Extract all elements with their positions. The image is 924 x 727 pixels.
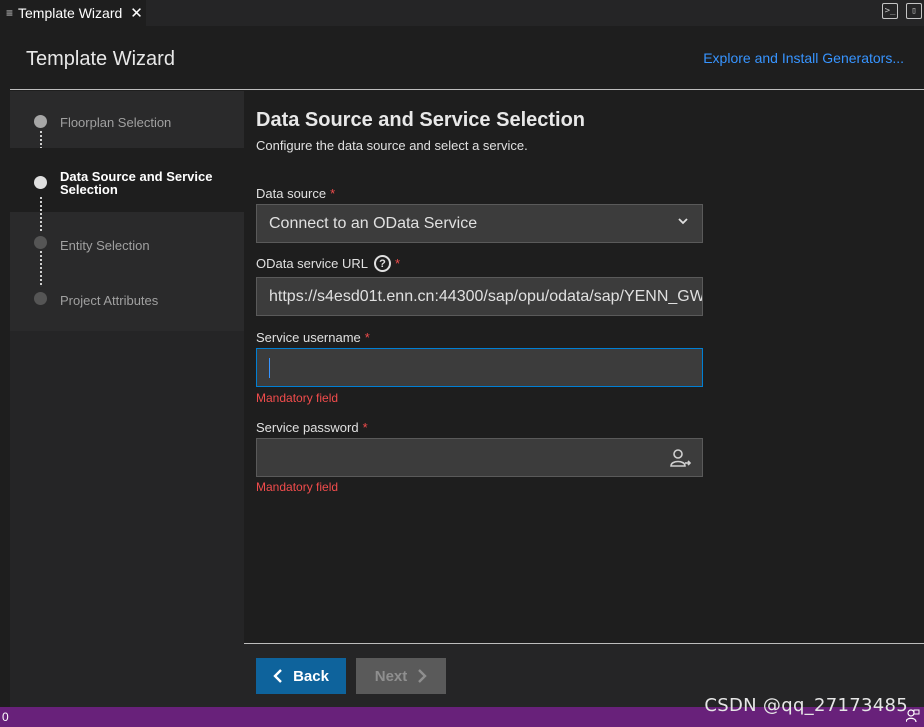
- tab-bar: ≡ Template Wizard ✕ >_ ▯: [0, 0, 924, 26]
- service-username-input[interactable]: [256, 348, 703, 387]
- required-marker: *: [362, 420, 368, 435]
- password-error: Mandatory field: [256, 480, 339, 494]
- service-url-label: OData service URL ? *: [256, 255, 400, 272]
- data-source-select[interactable]: Connect to an OData Service: [256, 204, 703, 243]
- back-button[interactable]: Back: [256, 658, 346, 694]
- terminal-icon[interactable]: >_: [882, 3, 898, 19]
- feedback-icon[interactable]: [906, 709, 920, 723]
- step-label: Project Attributes: [60, 293, 159, 308]
- text-caret: [269, 357, 270, 378]
- steps-sidebar: Floorplan Selection Data Source and Serv…: [10, 91, 244, 707]
- service-username-label: Service username *: [256, 330, 370, 345]
- service-password-label: Service password *: [256, 420, 368, 435]
- step-entity-selection[interactable]: Entity Selection: [10, 212, 244, 268]
- step-floorplan-selection[interactable]: Floorplan Selection: [10, 91, 244, 148]
- service-url-input[interactable]: https://s4esd01t.enn.cn:44300/sap/opu/od…: [256, 277, 703, 316]
- required-marker: *: [394, 256, 401, 271]
- chevron-down-icon: [678, 218, 688, 225]
- step-project-attributes[interactable]: Project Attributes: [10, 268, 244, 331]
- tab-template-wizard[interactable]: ≡ Template Wizard ✕: [0, 0, 146, 26]
- service-url-label-text: OData service URL: [256, 256, 368, 271]
- status-count[interactable]: 0: [2, 710, 9, 724]
- step-dot-icon: [34, 115, 47, 128]
- required-marker: *: [330, 186, 336, 201]
- step-dot-icon: [34, 176, 47, 189]
- page-subtitle: Configure the data source and select a s…: [256, 138, 528, 153]
- step-dot-icon: [34, 292, 47, 305]
- data-source-label-text: Data source: [256, 186, 327, 201]
- service-username-label-text: Service username: [256, 330, 361, 345]
- username-error: Mandatory field: [256, 391, 339, 405]
- explore-generators-link[interactable]: Explore and Install Generators...: [703, 50, 904, 66]
- step-label: Entity Selection: [60, 238, 150, 253]
- menu-lines-icon: ≡: [6, 6, 14, 20]
- wizard-title: Template Wizard: [26, 48, 175, 70]
- service-url-value: https://s4esd01t.enn.cn:44300/sap/opu/od…: [269, 287, 703, 305]
- next-button-label: Next: [374, 667, 408, 685]
- required-marker: *: [364, 330, 370, 345]
- tab-title: Template Wizard: [18, 5, 123, 21]
- data-source-label: Data source *: [256, 186, 335, 201]
- close-icon[interactable]: ✕: [130, 4, 143, 22]
- back-button-label: Back: [293, 667, 329, 685]
- steps-list: Floorplan Selection Data Source and Serv…: [10, 91, 244, 331]
- page-title: Data Source and Service Selection: [256, 109, 586, 131]
- split-editor-icon[interactable]: ▯: [906, 3, 922, 19]
- step-label: Data Source and Service Selection: [60, 169, 213, 197]
- step-data-source-selection[interactable]: Data Source and Service Selection: [10, 148, 244, 212]
- service-password-label-text: Service password: [256, 420, 359, 435]
- chevron-right-icon: [418, 669, 427, 683]
- help-icon[interactable]: ?: [373, 255, 391, 272]
- show-password-icon[interactable]: [670, 448, 692, 468]
- main-content: Data Source and Service Selection Config…: [244, 91, 924, 643]
- data-source-value: Connect to an OData Service: [269, 214, 478, 232]
- step-dot-icon: [34, 236, 47, 249]
- service-password-input[interactable]: [256, 438, 703, 477]
- wizard-header: Template Wizard Explore and Install Gene…: [10, 26, 924, 90]
- watermark: CSDN @qq_27173485: [704, 695, 908, 716]
- step-label: Floorplan Selection: [60, 115, 172, 130]
- next-button[interactable]: Next: [356, 658, 446, 694]
- tab-actions: >_ ▯: [882, 3, 922, 19]
- chevron-left-icon: [273, 669, 282, 683]
